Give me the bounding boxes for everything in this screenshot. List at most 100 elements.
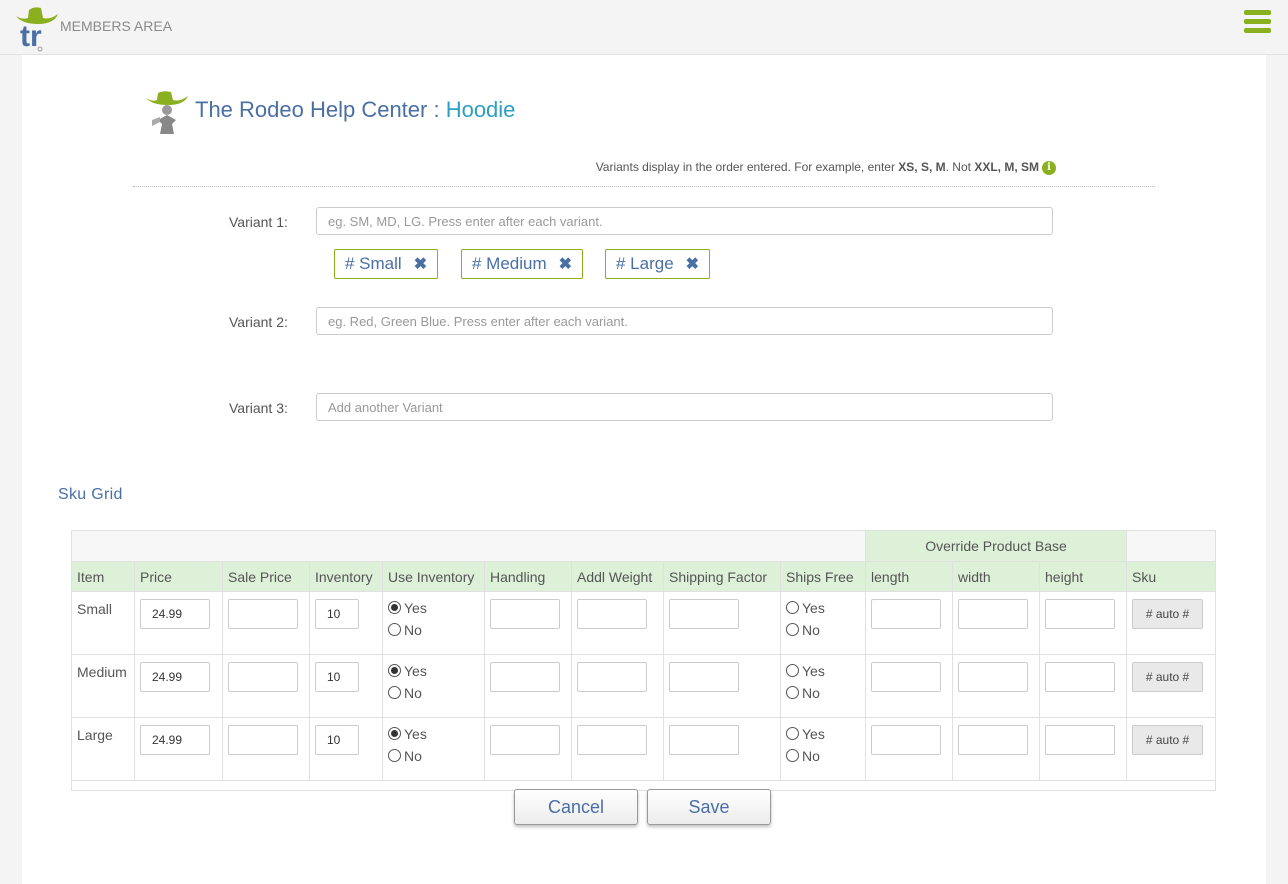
variant-order-hint: Variants display in the order entered. F…: [596, 160, 1056, 175]
width-input[interactable]: [958, 662, 1029, 692]
top-bar: tr MEMBERS AREA: [0, 0, 1288, 55]
radio-selected-icon[interactable]: [388, 664, 401, 677]
radio-icon[interactable]: [786, 664, 799, 677]
addl-weight-input[interactable]: [577, 662, 647, 692]
radio-icon[interactable]: [786, 686, 799, 699]
ships-free-no-radio[interactable]: No: [786, 619, 860, 641]
variant-1-input[interactable]: [316, 207, 1053, 235]
use-inventory-no-radio[interactable]: No: [388, 619, 479, 641]
radio-icon[interactable]: [786, 727, 799, 740]
variant-2-label: Variant 2:: [229, 314, 288, 330]
sale-price-input[interactable]: [228, 725, 298, 755]
table-row: Small Yes No Yes No # auto #: [71, 591, 1217, 655]
use-inventory-yes-radio[interactable]: Yes: [388, 723, 479, 745]
table-footer: [70, 780, 1217, 791]
column-header-item: Item: [71, 561, 135, 592]
auto-sku-button[interactable]: # auto #: [1132, 599, 1204, 629]
price-input[interactable]: [140, 662, 210, 692]
height-input[interactable]: [1045, 599, 1116, 629]
radio-icon[interactable]: [388, 623, 401, 636]
radio-icon[interactable]: [786, 749, 799, 762]
column-header-ships-free: Ships Free: [779, 561, 867, 592]
handling-input[interactable]: [490, 599, 560, 629]
column-header-length: length: [865, 561, 954, 592]
column-header-inventory: Inventory: [309, 561, 383, 592]
width-input[interactable]: [958, 599, 1029, 629]
variant-3-label: Variant 3:: [229, 400, 288, 416]
inventory-input[interactable]: [315, 662, 359, 692]
handling-input[interactable]: [490, 662, 560, 692]
divider: [133, 186, 1155, 187]
variant-3-input[interactable]: [316, 393, 1053, 421]
addl-weight-input[interactable]: [577, 725, 647, 755]
grid-super-header-blank: [1126, 530, 1217, 562]
handling-input[interactable]: [490, 725, 560, 755]
column-header-height: height: [1039, 561, 1128, 592]
column-header-handling: Handling: [484, 561, 572, 592]
radio-icon[interactable]: [786, 623, 799, 636]
column-header-price: Price: [134, 561, 223, 592]
table-row: Medium Yes No Yes No # auto #: [71, 654, 1217, 718]
remove-tag-icon[interactable]: ✖: [686, 256, 699, 273]
use-inventory-yes-radio[interactable]: Yes: [388, 660, 479, 682]
column-header-sku: Sku: [1126, 561, 1217, 592]
members-area-label: MEMBERS AREA: [60, 18, 173, 34]
rodeo-logo-icon[interactable]: tr: [14, 4, 60, 52]
table-row: Large Yes No Yes No # auto #: [71, 717, 1217, 781]
variant-tag-medium: # Medium ✖: [461, 249, 584, 279]
variant-1-label: Variant 1:: [229, 214, 288, 230]
item-name: Large: [71, 717, 135, 781]
shipping-factor-input[interactable]: [669, 599, 739, 629]
inventory-input[interactable]: [315, 725, 359, 755]
hamburger-menu-icon[interactable]: [1244, 10, 1271, 36]
auto-sku-button[interactable]: # auto #: [1132, 662, 1204, 692]
column-header-width: width: [952, 561, 1041, 592]
auto-sku-button[interactable]: # auto #: [1132, 725, 1204, 755]
shipping-factor-input[interactable]: [669, 662, 739, 692]
grid-super-header-blank: [70, 530, 867, 562]
page-title: The Rodeo Help Center : Hoodie: [195, 97, 516, 122]
addl-weight-input[interactable]: [577, 599, 647, 629]
column-header-addl-weight: Addl Weight: [571, 561, 664, 592]
sku-grid-table: Override Product Base Item Price Sale Pr…: [70, 530, 1217, 791]
variant-2-input[interactable]: [316, 307, 1053, 335]
override-product-base-header: Override Product Base: [865, 530, 1128, 562]
cancel-button[interactable]: Cancel: [514, 789, 638, 825]
ships-free-no-radio[interactable]: No: [786, 745, 860, 767]
radio-icon[interactable]: [388, 686, 401, 699]
save-button[interactable]: Save: [647, 789, 771, 825]
radio-selected-icon[interactable]: [388, 601, 401, 614]
inventory-input[interactable]: [315, 599, 359, 629]
price-input[interactable]: [140, 725, 210, 755]
ships-free-yes-radio[interactable]: Yes: [786, 660, 860, 682]
ships-free-yes-radio[interactable]: Yes: [786, 723, 860, 745]
sku-grid-heading: Sku Grid: [58, 486, 123, 503]
height-input[interactable]: [1045, 662, 1116, 692]
height-input[interactable]: [1045, 725, 1116, 755]
sale-price-input[interactable]: [228, 662, 298, 692]
length-input[interactable]: [871, 599, 942, 629]
price-input[interactable]: [140, 599, 210, 629]
column-header-use-inventory: Use Inventory: [382, 561, 485, 592]
variant-tag-small: # Small ✖: [334, 249, 439, 279]
length-input[interactable]: [871, 725, 942, 755]
shipping-factor-input[interactable]: [669, 725, 739, 755]
remove-tag-icon[interactable]: ✖: [414, 256, 427, 273]
column-header-shipping-factor: Shipping Factor: [663, 561, 781, 592]
ships-free-yes-radio[interactable]: Yes: [786, 597, 860, 619]
radio-selected-icon[interactable]: [388, 727, 401, 740]
width-input[interactable]: [958, 725, 1029, 755]
radio-icon[interactable]: [786, 601, 799, 614]
remove-tag-icon[interactable]: ✖: [559, 256, 572, 273]
use-inventory-yes-radio[interactable]: Yes: [388, 597, 479, 619]
item-name: Small: [71, 591, 135, 655]
product-name: Hoodie: [445, 97, 516, 122]
info-icon[interactable]: i: [1042, 161, 1056, 175]
ships-free-no-radio[interactable]: No: [786, 682, 860, 704]
sale-price-input[interactable]: [228, 599, 298, 629]
use-inventory-no-radio[interactable]: No: [388, 745, 479, 767]
length-input[interactable]: [871, 662, 942, 692]
use-inventory-no-radio[interactable]: No: [388, 682, 479, 704]
cowboy-avatar-icon: [146, 91, 188, 134]
radio-icon[interactable]: [388, 749, 401, 762]
